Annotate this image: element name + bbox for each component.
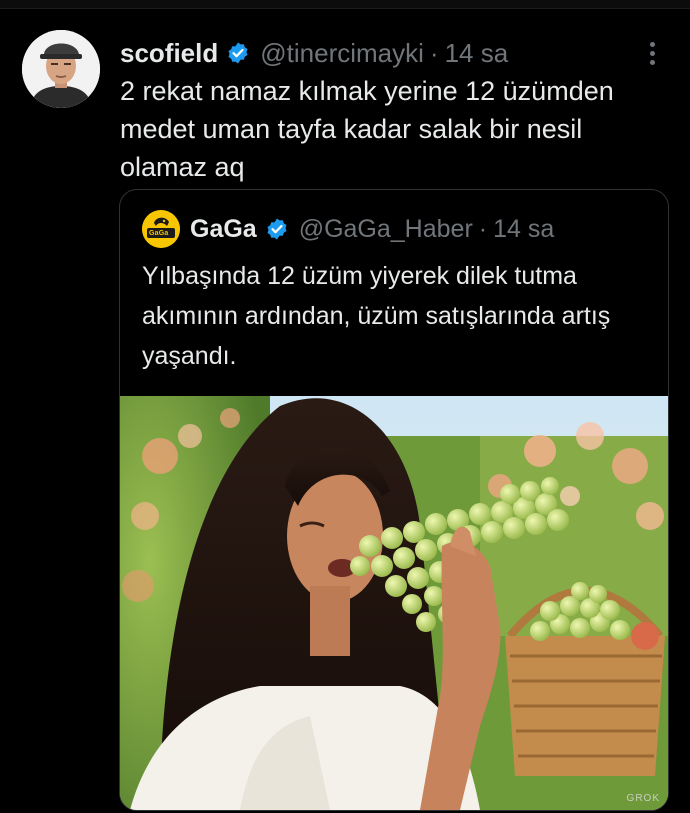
quoted-tweet-text: Yılbaşında 12 üzüm yiyerek dilek tutma a… xyxy=(142,262,611,370)
quoted-header-separator: · xyxy=(478,214,488,243)
author-name[interactable]: scofield xyxy=(120,38,218,69)
quoted-author-name[interactable]: GaGa xyxy=(190,215,257,244)
quoted-tweet-image[interactable]: GROK xyxy=(120,396,668,810)
quoted-verified-badge-icon xyxy=(265,217,289,241)
header-separator: · xyxy=(429,37,439,68)
quoted-timestamp[interactable]: 14 sa xyxy=(493,215,554,244)
tweet-header: scofield @tinercimayki · 14 sa xyxy=(120,36,508,70)
tweet-text: 2 rekat namaz kılmak yerine 12 üzümden m… xyxy=(120,76,614,182)
quoted-tweet-header: GaGa GaGa @GaGa_Haber · 14 sa xyxy=(142,210,554,248)
avatar[interactable] xyxy=(22,30,100,108)
image-watermark: GROK xyxy=(626,793,660,804)
quoted-tweet[interactable]: GaGa GaGa @GaGa_Haber · 14 sa Yılbaşında… xyxy=(119,189,669,811)
more-options-icon[interactable] xyxy=(642,36,662,70)
author-handle[interactable]: @tinercimayki xyxy=(260,38,424,69)
tweet[interactable]: scofield @tinercimayki · 14 sa 2 rekat n… xyxy=(0,8,690,813)
verified-badge-icon xyxy=(226,41,250,65)
tweet-timestamp[interactable]: 14 sa xyxy=(445,38,509,69)
quoted-author-handle[interactable]: @GaGa_Haber xyxy=(299,215,473,244)
quoted-avatar-logo-text: GaGa xyxy=(149,230,169,237)
quoted-avatar[interactable]: GaGa xyxy=(142,210,180,248)
